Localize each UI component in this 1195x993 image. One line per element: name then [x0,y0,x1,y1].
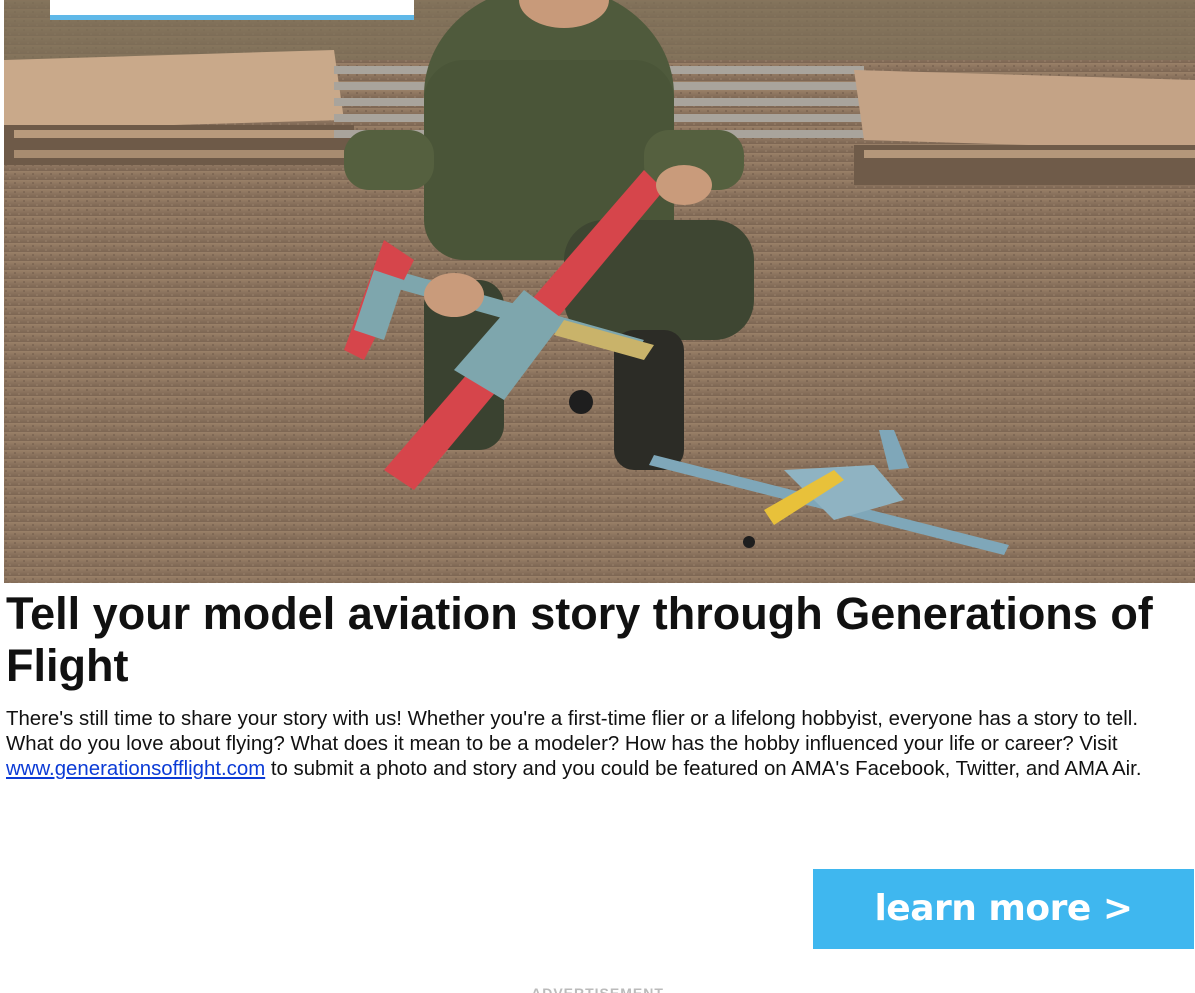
article-headline: Tell your model aviation story through G… [6,588,1153,691]
hero-photo[interactable] [4,0,1195,583]
banner-logo-strip [50,0,414,20]
generations-of-flight-link[interactable]: www.generationsofflight.com [6,758,265,780]
article-body-outro: to submit a photo and story and you coul… [265,758,1142,780]
photo-image [4,0,1195,583]
email-page: Tell your model aviation story through G… [0,0,1195,993]
article-body: There's still time to share your story w… [6,707,1186,782]
advertisement-label: ADVERTISEMENT [531,985,664,993]
learn-more-button[interactable]: learn more > [813,869,1194,949]
article-body-intro: There's still time to share your story w… [6,708,1138,755]
